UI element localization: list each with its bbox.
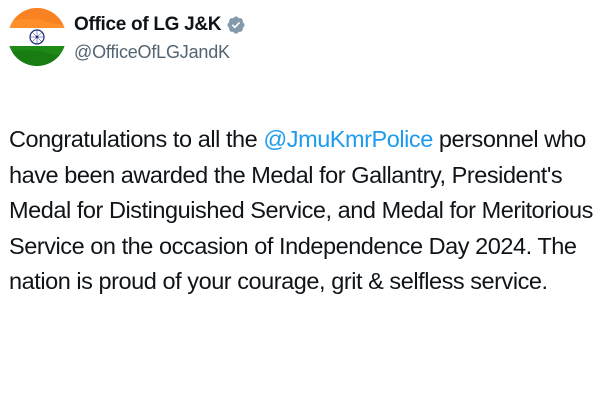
mention-link[interactable]: @JmuKmrPolice bbox=[263, 126, 433, 152]
indian-flag-avatar bbox=[8, 8, 66, 66]
avatar[interactable] bbox=[8, 8, 66, 66]
display-name[interactable]: Office of LG J&K bbox=[74, 14, 222, 36]
author-identity: Office of LG J&K @OfficeOfLGJandK bbox=[74, 12, 246, 63]
tweet-text-before: Congratulations to all the bbox=[9, 126, 264, 152]
author-handle[interactable]: @OfficeOfLGJandK bbox=[74, 42, 246, 63]
tweet-header: Office of LG J&K @OfficeOfLGJandK bbox=[8, 6, 246, 68]
name-row: Office of LG J&K bbox=[74, 12, 246, 38]
verified-badge-icon[interactable] bbox=[226, 15, 246, 35]
tweet-text: Congratulations to all the @JmuKmrPolice… bbox=[9, 122, 594, 300]
